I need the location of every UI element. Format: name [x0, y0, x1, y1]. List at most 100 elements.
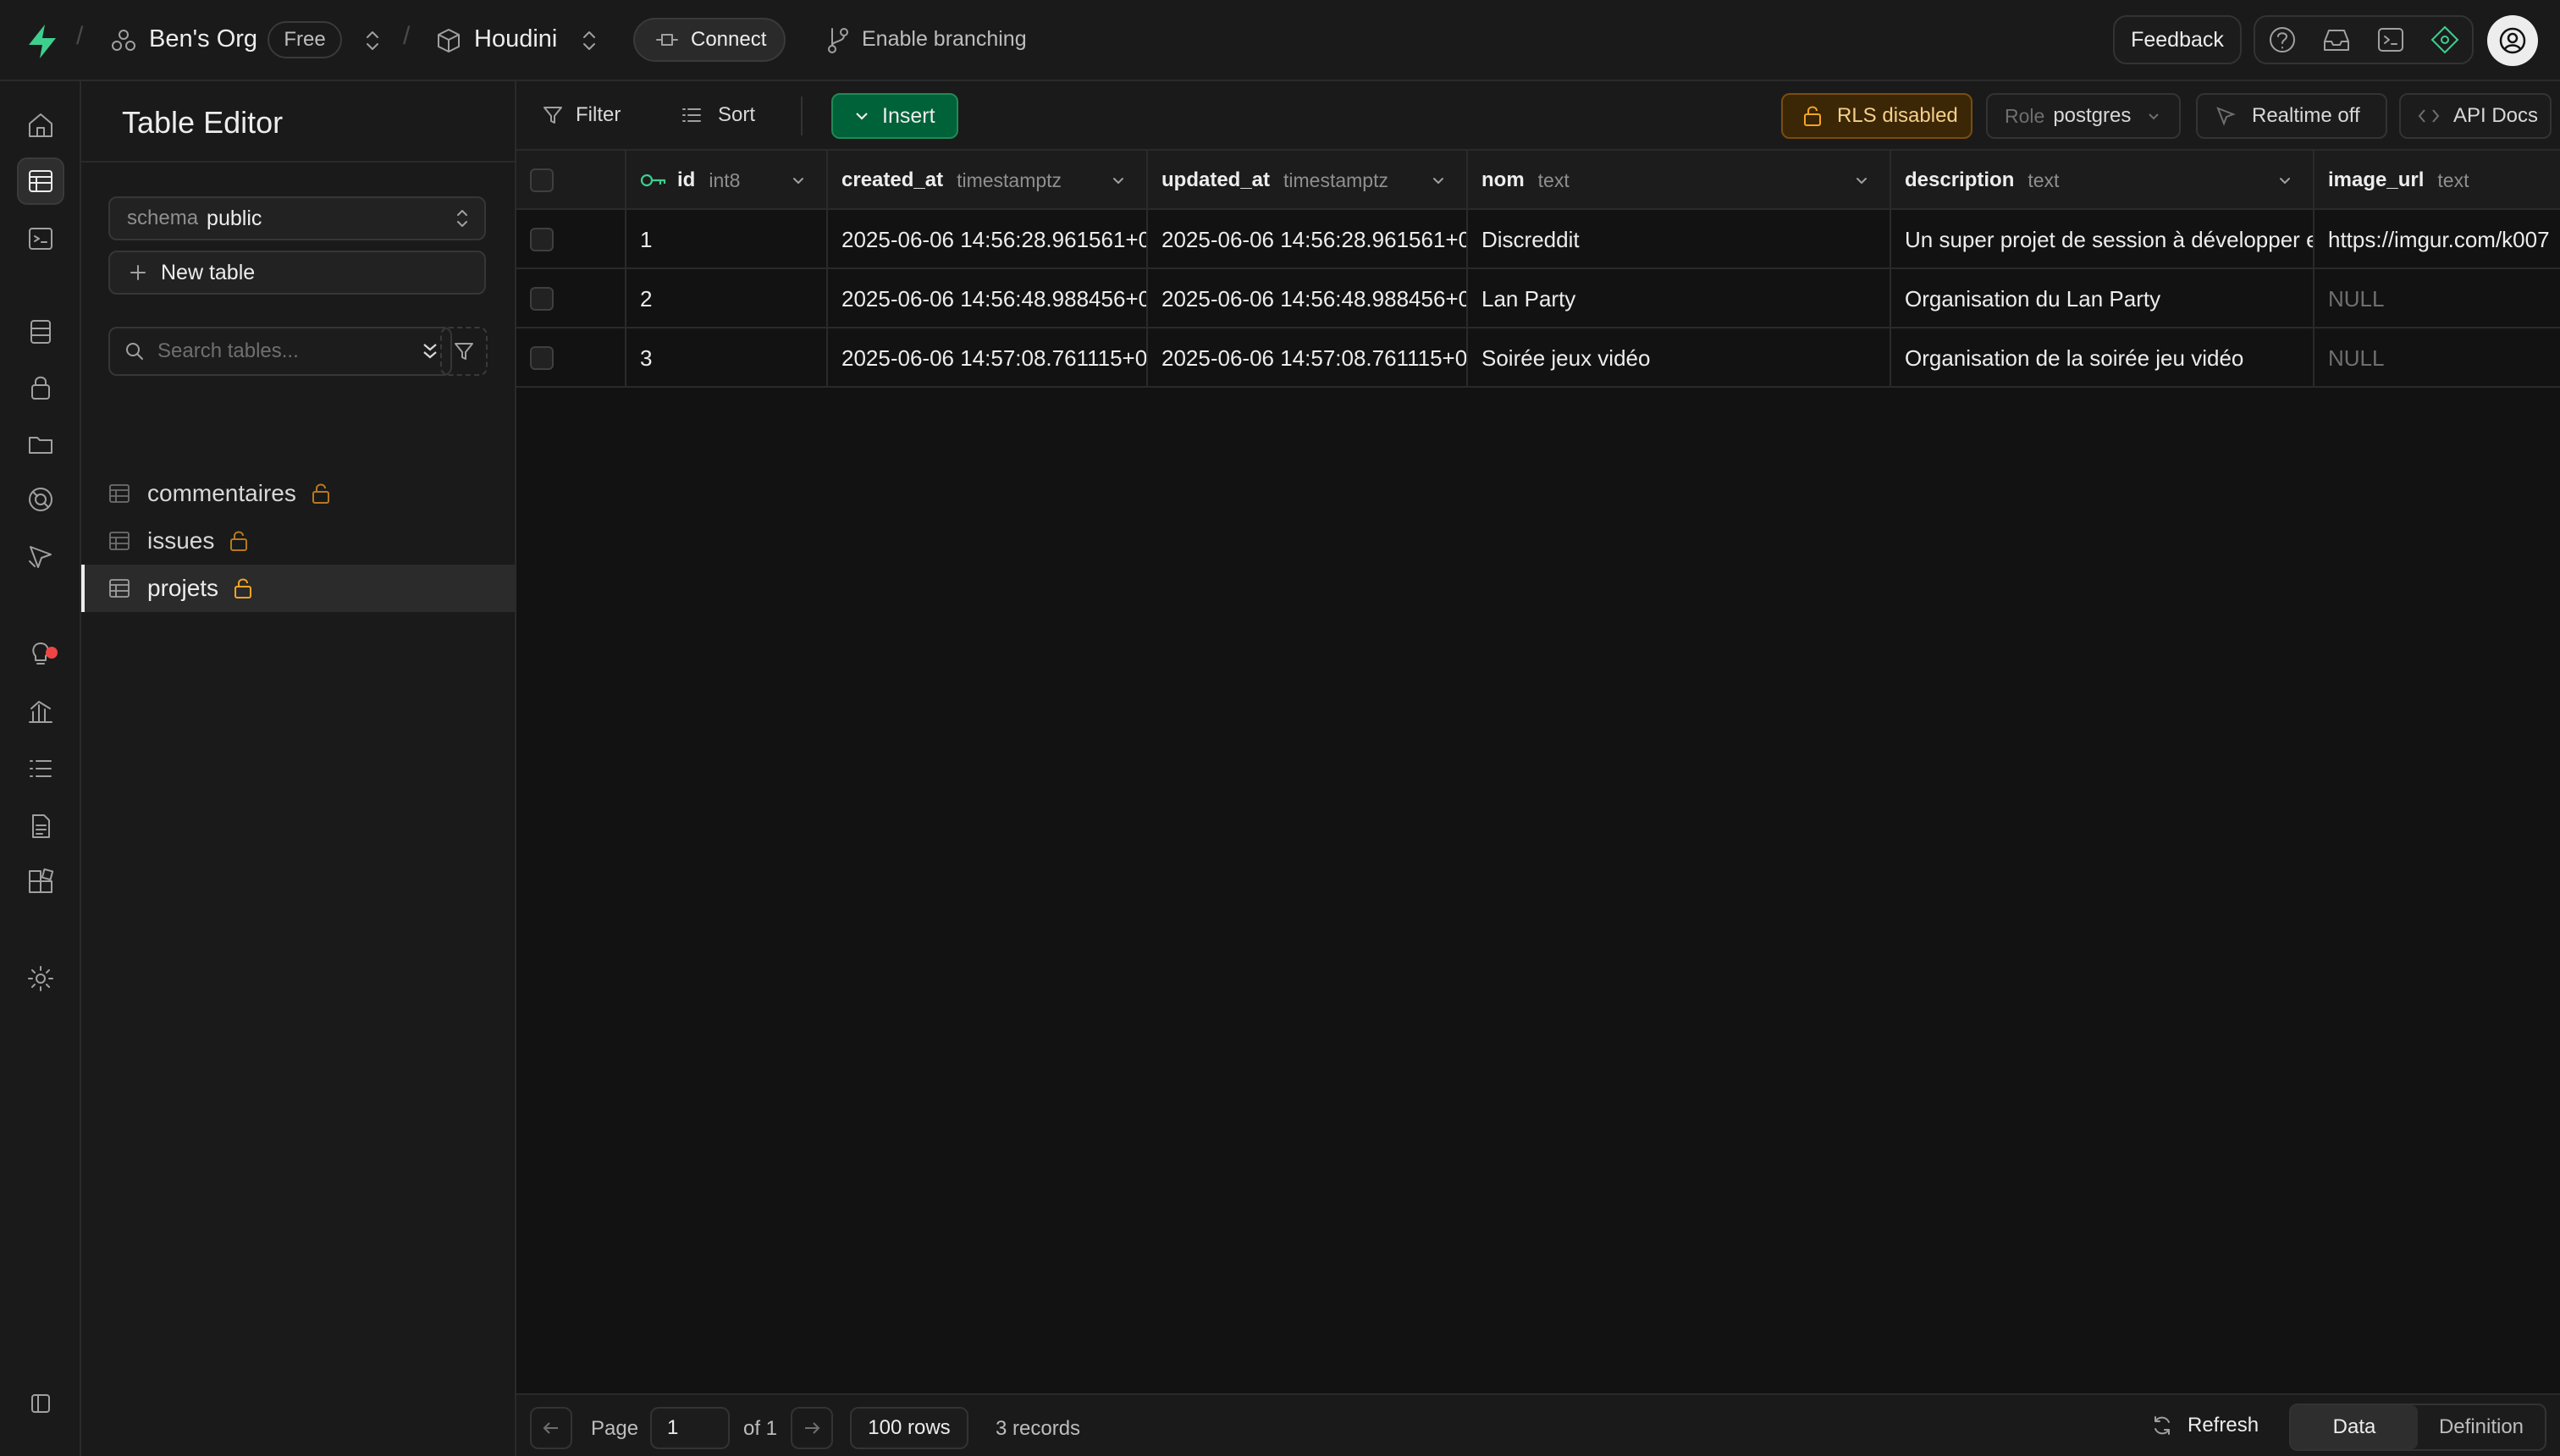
cell-nom[interactable]: Discreddit [1468, 210, 1891, 269]
divider [81, 161, 515, 163]
cell-updated-at[interactable]: 2025-06-06 14:56:28.961561+00 [1148, 210, 1468, 269]
table-row[interactable]: 3 2025-06-06 14:57:08.761115+00 2025-06-… [516, 328, 2560, 388]
breadcrumb-separator: / [403, 22, 411, 50]
enable-branching-link[interactable]: Enable branching [862, 27, 1027, 52]
project-name[interactable]: Houdini [474, 25, 557, 53]
refresh-button[interactable]: Refresh [2150, 1414, 2259, 1437]
data-tab[interactable]: Data [2291, 1405, 2418, 1449]
page-number-input[interactable]: 1 [650, 1407, 730, 1449]
new-table-button[interactable]: New table [108, 251, 486, 295]
cell-description[interactable]: Un super projet de session à développer … [1891, 210, 2314, 269]
table-row[interactable]: 2 2025-06-06 14:56:48.988456+00 2025-06-… [516, 269, 2560, 328]
definition-tab[interactable]: Definition [2418, 1405, 2545, 1449]
cell-updated-at[interactable]: 2025-06-06 14:56:48.988456+00 [1148, 269, 1468, 328]
cell-image-url[interactable]: NULL [2314, 328, 2560, 388]
chevron-up-down-icon [454, 207, 471, 230]
edge-functions-icon[interactable] [17, 476, 64, 523]
chevron-down-icon [2146, 108, 2161, 124]
role-selector[interactable]: Role postgres [1986, 93, 2181, 139]
refresh-icon [2154, 1416, 2170, 1435]
project-switcher-chevron-icon[interactable] [579, 27, 599, 54]
select-all-checkbox[interactable] [530, 168, 554, 192]
next-page-button[interactable] [791, 1407, 833, 1449]
table-row[interactable]: 1 2025-06-06 14:56:28.961561+00 2025-06-… [516, 210, 2560, 269]
connect-button[interactable]: Connect [633, 18, 786, 62]
supabase-logo-icon[interactable] [25, 24, 59, 59]
row-checkbox[interactable] [530, 346, 554, 370]
table-list-item-projets[interactable]: projets [81, 565, 516, 612]
home-icon[interactable] [17, 102, 64, 149]
cell-id[interactable]: 3 [626, 328, 828, 388]
column-type: timestamptz [1283, 168, 1388, 191]
rls-disabled-button[interactable]: RLS disabled [1781, 93, 1972, 139]
cell-description[interactable]: Organisation du Lan Party [1891, 269, 2314, 328]
cell-created-at[interactable]: 2025-06-06 14:56:28.961561+00 [828, 210, 1148, 269]
assistant-diamond-icon[interactable] [2430, 25, 2460, 55]
row-checkbox[interactable] [530, 228, 554, 251]
realtime-cursor-icon[interactable] [17, 533, 64, 581]
plug-icon [655, 30, 679, 50]
cell-image-url[interactable]: NULL [2314, 269, 2560, 328]
filter-button[interactable]: Filter [542, 103, 621, 127]
column-header-description[interactable]: description text [1891, 151, 2314, 210]
auth-lock-icon[interactable] [17, 364, 64, 411]
table-name: projets [147, 575, 219, 601]
org-name[interactable]: Ben's Org [149, 25, 257, 53]
cell-nom[interactable]: Soirée jeux vidéo [1468, 328, 1891, 388]
column-menu-chevron-icon[interactable] [2277, 173, 2292, 188]
collapse-sidebar-icon[interactable] [17, 1380, 64, 1427]
row-checkbox[interactable] [530, 287, 554, 311]
cell-description[interactable]: Organisation de la soirée jeu vidéo [1891, 328, 2314, 388]
terminal-icon[interactable] [2375, 25, 2406, 55]
column-menu-chevron-icon[interactable] [791, 173, 806, 188]
sort-chevrons-icon[interactable] [420, 340, 440, 362]
schema-selector[interactable]: schema public [108, 196, 486, 240]
sql-editor-icon[interactable] [17, 215, 64, 262]
column-header-image-url[interactable]: image_url text [2314, 151, 2560, 210]
column-menu-chevron-icon[interactable] [1431, 173, 1446, 188]
column-header-updated-at[interactable]: updated_at timestamptz [1148, 151, 1468, 210]
column-menu-chevron-icon[interactable] [1111, 173, 1126, 188]
help-icon[interactable] [2267, 25, 2298, 55]
filter-tables-button[interactable] [440, 327, 488, 376]
avatar[interactable] [2487, 15, 2538, 66]
rls-unlocked-icon [228, 529, 250, 553]
project-box-icon [435, 27, 462, 54]
cell-nom[interactable]: Lan Party [1468, 269, 1891, 328]
grid-toolbar: Filter Sort Insert RLS disabled Role pos… [516, 81, 2560, 151]
cell-image-url[interactable]: https://imgur.com/k007 [2314, 210, 2560, 269]
api-docs-label: API Docs [2453, 104, 2539, 127]
settings-gear-icon[interactable] [17, 955, 64, 1002]
inbox-icon[interactable] [2321, 25, 2352, 55]
org-switcher-chevron-icon[interactable] [362, 27, 383, 54]
cell-created-at[interactable]: 2025-06-06 14:57:08.761115+00 [828, 328, 1148, 388]
table-list-item-commentaires[interactable]: commentaires [81, 470, 516, 517]
table-name: issues [147, 527, 215, 554]
cell-updated-at[interactable]: 2025-06-06 14:57:08.761115+00 [1148, 328, 1468, 388]
prev-page-button[interactable] [530, 1407, 572, 1449]
feedback-button[interactable]: Feedback [2113, 15, 2242, 64]
logs-list-icon[interactable] [17, 745, 64, 792]
column-header-created-at[interactable]: created_at timestamptz [828, 151, 1148, 210]
column-header-nom[interactable]: nom text [1468, 151, 1891, 210]
rls-unlocked-icon [310, 482, 332, 505]
cell-id[interactable]: 1 [626, 210, 828, 269]
cell-created-at[interactable]: 2025-06-06 14:56:48.988456+00 [828, 269, 1148, 328]
cell-id[interactable]: 2 [626, 269, 828, 328]
api-docs-file-icon[interactable] [17, 802, 64, 850]
column-header-id[interactable]: id int8 [626, 151, 828, 210]
insert-button[interactable]: Insert [831, 93, 958, 139]
reports-chart-icon[interactable] [17, 687, 64, 735]
sort-button[interactable]: Sort [681, 103, 755, 127]
api-docs-button[interactable]: API Docs [2399, 93, 2552, 139]
search-tables-input[interactable]: Search tables... [108, 327, 452, 376]
rows-per-page-selector[interactable]: 100 rows [850, 1407, 968, 1449]
integrations-icon[interactable] [17, 858, 64, 906]
column-menu-chevron-icon[interactable] [1854, 173, 1869, 188]
database-icon[interactable] [17, 308, 64, 356]
table-grid-icon [108, 483, 130, 505]
realtime-toggle-button[interactable]: Realtime off [2196, 93, 2387, 139]
storage-icon[interactable] [17, 420, 64, 467]
table-list-item-issues[interactable]: issues [81, 517, 516, 565]
table-editor-icon[interactable] [17, 157, 64, 205]
